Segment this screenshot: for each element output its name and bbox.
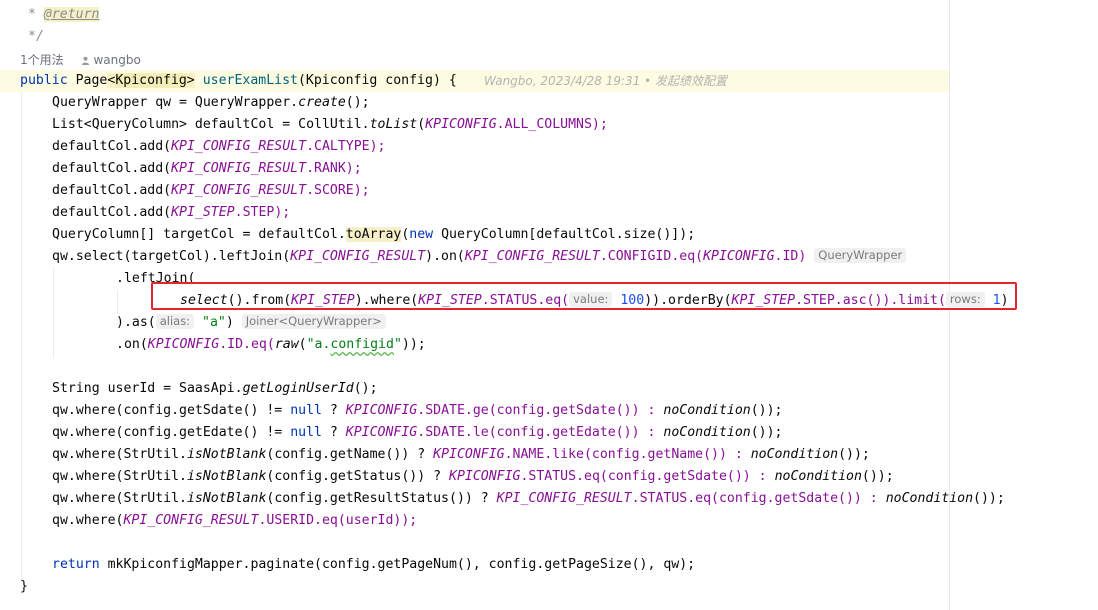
code-line: qw.where(StrUtil.isNotBlank(config.getRe… — [52, 491, 1005, 506]
code-line: defaultCol.add(KPI_STEP.STEP); — [52, 205, 291, 220]
method-name: userExamList — [202, 73, 298, 88]
comment-line: * @return — [28, 7, 100, 22]
type-hint: QueryWrapper — [814, 248, 907, 263]
code-line: QueryWrapper qw = QueryWrapper.create(); — [52, 95, 370, 110]
indent-guide — [53, 268, 54, 358]
highlight-box — [151, 282, 1017, 310]
code-line: qw.where(config.getEdate() != null ? KPI… — [52, 425, 783, 440]
code-line: .on(KPICONFIG.ID.eq(raw("a.configid")); — [116, 337, 426, 352]
code-line: qw.where(KPI_CONFIG_RESULT.USERID.eq(use… — [52, 513, 418, 528]
code-line: qw.where(StrUtil.isNotBlank(config.getSt… — [52, 469, 894, 484]
code-line: String userId = SaasApi.getLoginUserId()… — [52, 381, 378, 396]
code-line: qw.select(targetCol).leftJoin(KPI_CONFIG… — [52, 246, 907, 268]
code-line: ).as(alias: "a") Joiner<QueryWrapper> — [116, 312, 386, 334]
method-signature: public Page<Kpiconfig> userExamList(Kpic… — [20, 73, 457, 88]
code-line: List<QueryColumn> defaultCol = CollUtil.… — [52, 117, 608, 132]
comment-line: */ — [28, 29, 44, 44]
code-line: defaultCol.add(KPI_CONFIG_RESULT.SCORE); — [52, 183, 370, 198]
code-line: QueryColumn[] targetCol = defaultCol.toA… — [52, 227, 696, 242]
usage-hint[interactable]: 1个用法 wangbo — [20, 50, 141, 70]
code-line: return mkKpiconfigMapper.paginate(config… — [52, 557, 696, 572]
code-editor[interactable]: * @return */ 1个用法 wangbo public Page<Kpi… — [0, 0, 1098, 610]
usage-count[interactable]: 1个用法 — [20, 53, 64, 67]
git-blame-annotation[interactable]: Wangbo, 2023/4/28 19:31 • 发起绩效配置 — [484, 70, 727, 92]
indent-guide — [117, 290, 118, 314]
type-hint: Joiner<QueryWrapper> — [241, 314, 386, 329]
code-line: defaultCol.add(KPI_CONFIG_RESULT.CALTYPE… — [52, 139, 386, 154]
indent-guide — [21, 92, 22, 582]
code-line: defaultCol.add(KPI_CONFIG_RESULT.RANK); — [52, 161, 362, 176]
code-line: qw.where(StrUtil.isNotBlank(config.getNa… — [52, 447, 870, 462]
code-line: } — [20, 579, 28, 594]
author-hint[interactable]: wangbo — [81, 53, 141, 67]
code-line: qw.where(config.getSdate() != null ? KPI… — [52, 403, 783, 418]
generic-type: Kpiconfig — [115, 73, 187, 88]
person-icon — [82, 56, 90, 65]
param-hint-alias: alias: — [155, 314, 195, 329]
